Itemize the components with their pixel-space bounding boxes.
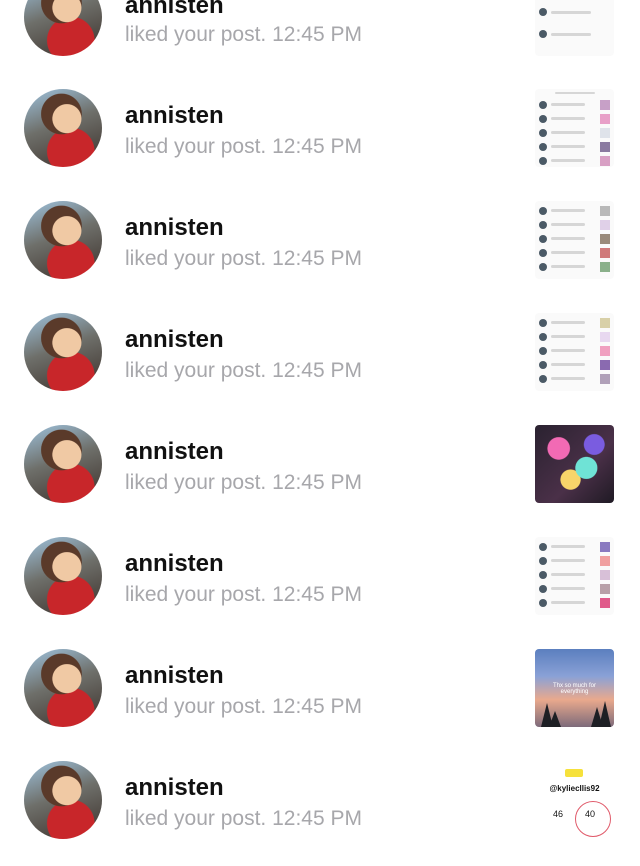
post-thumbnail[interactable]	[535, 89, 614, 167]
notification-row[interactable]: annisten liked your post. 12:45 PM	[0, 0, 640, 56]
timestamp: 12:45 PM	[272, 583, 362, 606]
badge	[565, 769, 583, 777]
action-text: liked your post.	[125, 471, 267, 494]
post-thumbnail[interactable]: @kyliecllis92 46 40	[535, 761, 614, 839]
action-text: liked your post.	[125, 23, 267, 46]
notification-row[interactable]: annisten liked your post. 12:45 PM	[0, 418, 640, 530]
timestamp: 12:45 PM	[272, 247, 362, 270]
notification-row[interactable]: annisten liked your post. 12:45 PM	[0, 194, 640, 306]
notification-text: liked your post. 12:45 PM	[125, 359, 362, 383]
username[interactable]: annisten	[125, 438, 224, 466]
timestamp: 12:45 PM	[272, 359, 362, 382]
post-thumbnail[interactable]	[535, 0, 614, 56]
timestamp: 12:45 PM	[272, 807, 362, 830]
notification-text: liked your post. 12:45 PM	[125, 23, 362, 47]
avatar[interactable]	[24, 89, 102, 167]
notification-row[interactable]: annisten liked your post. 12:45 PM @kyli…	[0, 754, 640, 866]
action-text: liked your post.	[125, 359, 267, 382]
notification-text: liked your post. 12:45 PM	[125, 807, 362, 831]
annotation-circle	[575, 801, 611, 837]
username[interactable]: annisten	[125, 214, 224, 242]
thumbnail-stat: 46	[553, 809, 564, 819]
post-thumbnail[interactable]	[535, 425, 614, 503]
username[interactable]: annisten	[125, 550, 224, 578]
post-thumbnail[interactable]	[535, 537, 614, 615]
notification-row[interactable]: annisten liked your post. 12:45 PM Thx s…	[0, 642, 640, 754]
username[interactable]: annisten	[125, 662, 224, 690]
username[interactable]: annisten	[125, 0, 224, 20]
action-text: liked your post.	[125, 247, 267, 270]
post-thumbnail[interactable]	[535, 313, 614, 391]
thumbnail-handle: @kyliecllis92	[549, 784, 600, 793]
notification-text: liked your post. 12:45 PM	[125, 695, 362, 719]
timestamp: 12:45 PM	[272, 135, 362, 158]
thumbnail-caption: Thx so much for everything	[552, 683, 596, 695]
action-text: liked your post.	[125, 135, 267, 158]
timestamp: 12:45 PM	[272, 471, 362, 494]
notification-text: liked your post. 12:45 PM	[125, 247, 362, 271]
post-thumbnail[interactable]: Thx so much for everything	[535, 649, 614, 727]
username[interactable]: annisten	[125, 774, 224, 802]
action-text: liked your post.	[125, 583, 267, 606]
timestamp: 12:45 PM	[272, 23, 362, 46]
avatar[interactable]	[24, 0, 102, 56]
avatar[interactable]	[24, 201, 102, 279]
notification-text: liked your post. 12:45 PM	[125, 471, 362, 495]
action-text: liked your post.	[125, 807, 267, 830]
avatar[interactable]	[24, 537, 102, 615]
notification-row[interactable]: annisten liked your post. 12:45 PM	[0, 82, 640, 194]
avatar[interactable]	[24, 649, 102, 727]
notification-text: liked your post. 12:45 PM	[125, 135, 362, 159]
notification-row[interactable]: annisten liked your post. 12:45 PM	[0, 530, 640, 642]
timestamp: 12:45 PM	[272, 695, 362, 718]
username[interactable]: annisten	[125, 102, 224, 130]
avatar[interactable]	[24, 313, 102, 391]
notification-text: liked your post. 12:45 PM	[125, 583, 362, 607]
notification-row[interactable]: annisten liked your post. 12:45 PM	[0, 306, 640, 418]
avatar[interactable]	[24, 425, 102, 503]
avatar[interactable]	[24, 761, 102, 839]
post-thumbnail[interactable]	[535, 201, 614, 279]
action-text: liked your post.	[125, 695, 267, 718]
username[interactable]: annisten	[125, 326, 224, 354]
